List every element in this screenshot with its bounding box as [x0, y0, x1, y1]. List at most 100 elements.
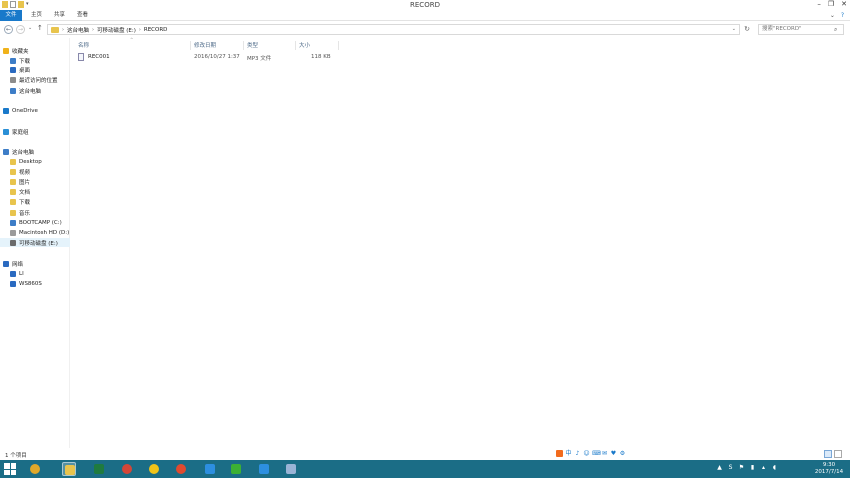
ime-emoji-icon[interactable]: ☺	[583, 450, 590, 457]
breadcrumb-record[interactable]: RECORD	[144, 27, 168, 33]
nav-item[interactable]: 下载	[0, 197, 70, 206]
column-divider[interactable]	[243, 41, 244, 50]
nav-item[interactable]: WS860S	[0, 279, 70, 288]
volume-icon[interactable]: ◖	[771, 464, 778, 472]
nav-item[interactable]: 最近访问的位置	[0, 75, 70, 84]
nav-item[interactable]: Desktop	[0, 157, 70, 166]
taskbar-app-settings[interactable]	[28, 462, 42, 476]
search-input[interactable]: 搜索"RECORD"	[758, 24, 844, 35]
taskbar-app-chrome[interactable]	[120, 462, 134, 476]
nav-item[interactable]: 图片	[0, 177, 70, 186]
taskbar-app-paint[interactable]	[147, 462, 161, 476]
ime-keyboard-icon[interactable]: ⌨	[592, 450, 601, 457]
details-view-icon[interactable]	[824, 450, 832, 458]
column-divider[interactable]	[338, 41, 339, 50]
excel-icon	[94, 464, 104, 474]
restore-button[interactable]: ❐	[828, 0, 834, 8]
ime-skin-icon[interactable]: ♥	[610, 450, 617, 457]
breadcrumb-this-pc[interactable]: 这台电脑	[67, 26, 89, 34]
nav-item[interactable]: 桌面	[0, 65, 70, 74]
up-button[interactable]: ↑	[37, 24, 43, 32]
ime-mail-icon[interactable]: ✉	[601, 450, 608, 457]
back-button[interactable]: ←	[4, 25, 13, 34]
drive-icon	[10, 229, 16, 236]
nav-item[interactable]: ›OneDrive	[0, 106, 70, 115]
column-header-date-modified[interactable]: 修改日期	[194, 41, 216, 49]
nav-item-label: 最近访问的位置	[19, 77, 58, 84]
audio-file-icon	[78, 53, 84, 61]
file-type: MP3 文件	[247, 56, 272, 62]
nav-item-label: 这台电脑	[12, 149, 35, 156]
nav-item[interactable]: 音乐	[0, 208, 70, 217]
file-row[interactable]: REC001 2016/10/27 1:37 MP3 文件 118 KB	[76, 53, 338, 62]
system-tray: ▲ S ⚑ ▮ ▴ ◖	[716, 464, 778, 472]
nav-item[interactable]: ›网络	[0, 259, 70, 268]
column-divider[interactable]	[190, 41, 191, 50]
file-modified: 2016/10/27 1:37	[194, 54, 240, 60]
column-header-size[interactable]: 大小	[299, 41, 310, 49]
taskbar-app-wps[interactable]	[257, 462, 271, 476]
sogou-tray-icon[interactable]: S	[727, 464, 734, 472]
taskbar-app-printer[interactable]	[284, 462, 298, 476]
column-header-name[interactable]: 名称	[78, 41, 89, 49]
item-count: 1 个项目	[5, 453, 27, 459]
tab-home[interactable]: 主页	[26, 10, 47, 21]
taskbar-app-browser[interactable]	[174, 462, 188, 476]
taskbar-app-wechat[interactable]	[229, 462, 243, 476]
ribbon-expand-icon[interactable]: ⌄	[830, 12, 835, 19]
refresh-button[interactable]: ↻	[742, 25, 752, 34]
minimize-button[interactable]: –	[817, 0, 821, 8]
nav-item-label: 桌面	[19, 67, 31, 74]
settings-gear-icon	[30, 464, 40, 474]
recent-locations-button[interactable]: ⌄	[28, 25, 32, 31]
breadcrumb-removable-drive[interactable]: 可移动磁盘 (E:)	[97, 26, 136, 34]
clock[interactable]: 9:30 2017/7/14	[812, 462, 846, 476]
tab-share[interactable]: 共享	[49, 10, 70, 21]
action-center-icon[interactable]: ⚑	[738, 464, 745, 472]
help-icon[interactable]: ?	[841, 12, 844, 19]
column-divider[interactable]	[295, 41, 296, 50]
ime-punctuation-icon[interactable]: ♪	[574, 450, 581, 457]
forward-button[interactable]: →	[16, 25, 25, 34]
address-bar[interactable]: › 这台电脑 › 可移动磁盘 (E:) › RECORD ⌄	[47, 24, 740, 35]
nav-item-label: Desktop	[19, 158, 42, 165]
nav-item[interactable]: ›家庭组	[0, 127, 70, 136]
breadcrumb-separator: ›	[62, 26, 64, 33]
show-hidden-icons-icon[interactable]: ▲	[716, 464, 723, 472]
printer-icon	[286, 464, 296, 474]
navigation-pane: ›收藏夹下载桌面最近访问的位置这台电脑›OneDrive›家庭组›这台电脑Des…	[0, 38, 70, 448]
nav-item-label: 网络	[12, 261, 24, 268]
address-dropdown-icon[interactable]: ⌄	[732, 26, 736, 32]
nav-item[interactable]: 这台电脑	[0, 86, 70, 95]
taskbar-app-explorer[interactable]	[62, 462, 76, 476]
close-button[interactable]: ✕	[841, 0, 847, 8]
tab-view[interactable]: 查看	[72, 10, 93, 21]
network-signal-icon[interactable]: ▴	[760, 464, 767, 472]
search-icon[interactable]: ⌕	[834, 26, 837, 34]
battery-icon[interactable]: ▮	[749, 464, 756, 472]
navigation-bar: ← → ⌄ ↑ › 这台电脑 › 可移动磁盘 (E:) › RECORD ⌄ ↻…	[0, 22, 850, 37]
nav-item[interactable]: 视频	[0, 167, 70, 176]
nav-item[interactable]: Macintosh HD (D:)	[0, 228, 70, 237]
column-header-type[interactable]: 类型	[247, 41, 258, 49]
nav-item-label: 收藏夹	[12, 48, 29, 55]
large-icons-view-icon[interactable]	[834, 450, 842, 458]
folder-icon	[10, 158, 16, 165]
nav-item[interactable]: BOOTCAMP (C:)	[0, 218, 70, 227]
system-drive-icon	[10, 219, 16, 226]
nav-item[interactable]: 文档	[0, 187, 70, 196]
ime-settings-icon[interactable]: ⚙	[619, 450, 626, 457]
nav-item[interactable]: LI	[0, 269, 70, 278]
nav-item[interactable]: ›收藏夹	[0, 46, 70, 55]
ime-toolbar: 中 ♪ ☺ ⌨ ✉ ♥ ⚙	[556, 450, 626, 457]
nav-item-label: 家庭组	[12, 129, 29, 136]
nav-item[interactable]: 下载	[0, 56, 70, 65]
ime-chinese-mode-icon[interactable]: 中	[565, 450, 572, 457]
taskbar-app-feather[interactable]	[203, 462, 217, 476]
nav-item[interactable]: ›这台电脑	[0, 147, 70, 156]
taskbar-app-excel[interactable]	[92, 462, 106, 476]
tab-file[interactable]: 文件	[0, 10, 22, 21]
sogou-logo-icon[interactable]	[556, 450, 563, 457]
nav-item[interactable]: 可移动磁盘 (E:)	[0, 238, 70, 247]
start-button[interactable]	[4, 463, 16, 475]
